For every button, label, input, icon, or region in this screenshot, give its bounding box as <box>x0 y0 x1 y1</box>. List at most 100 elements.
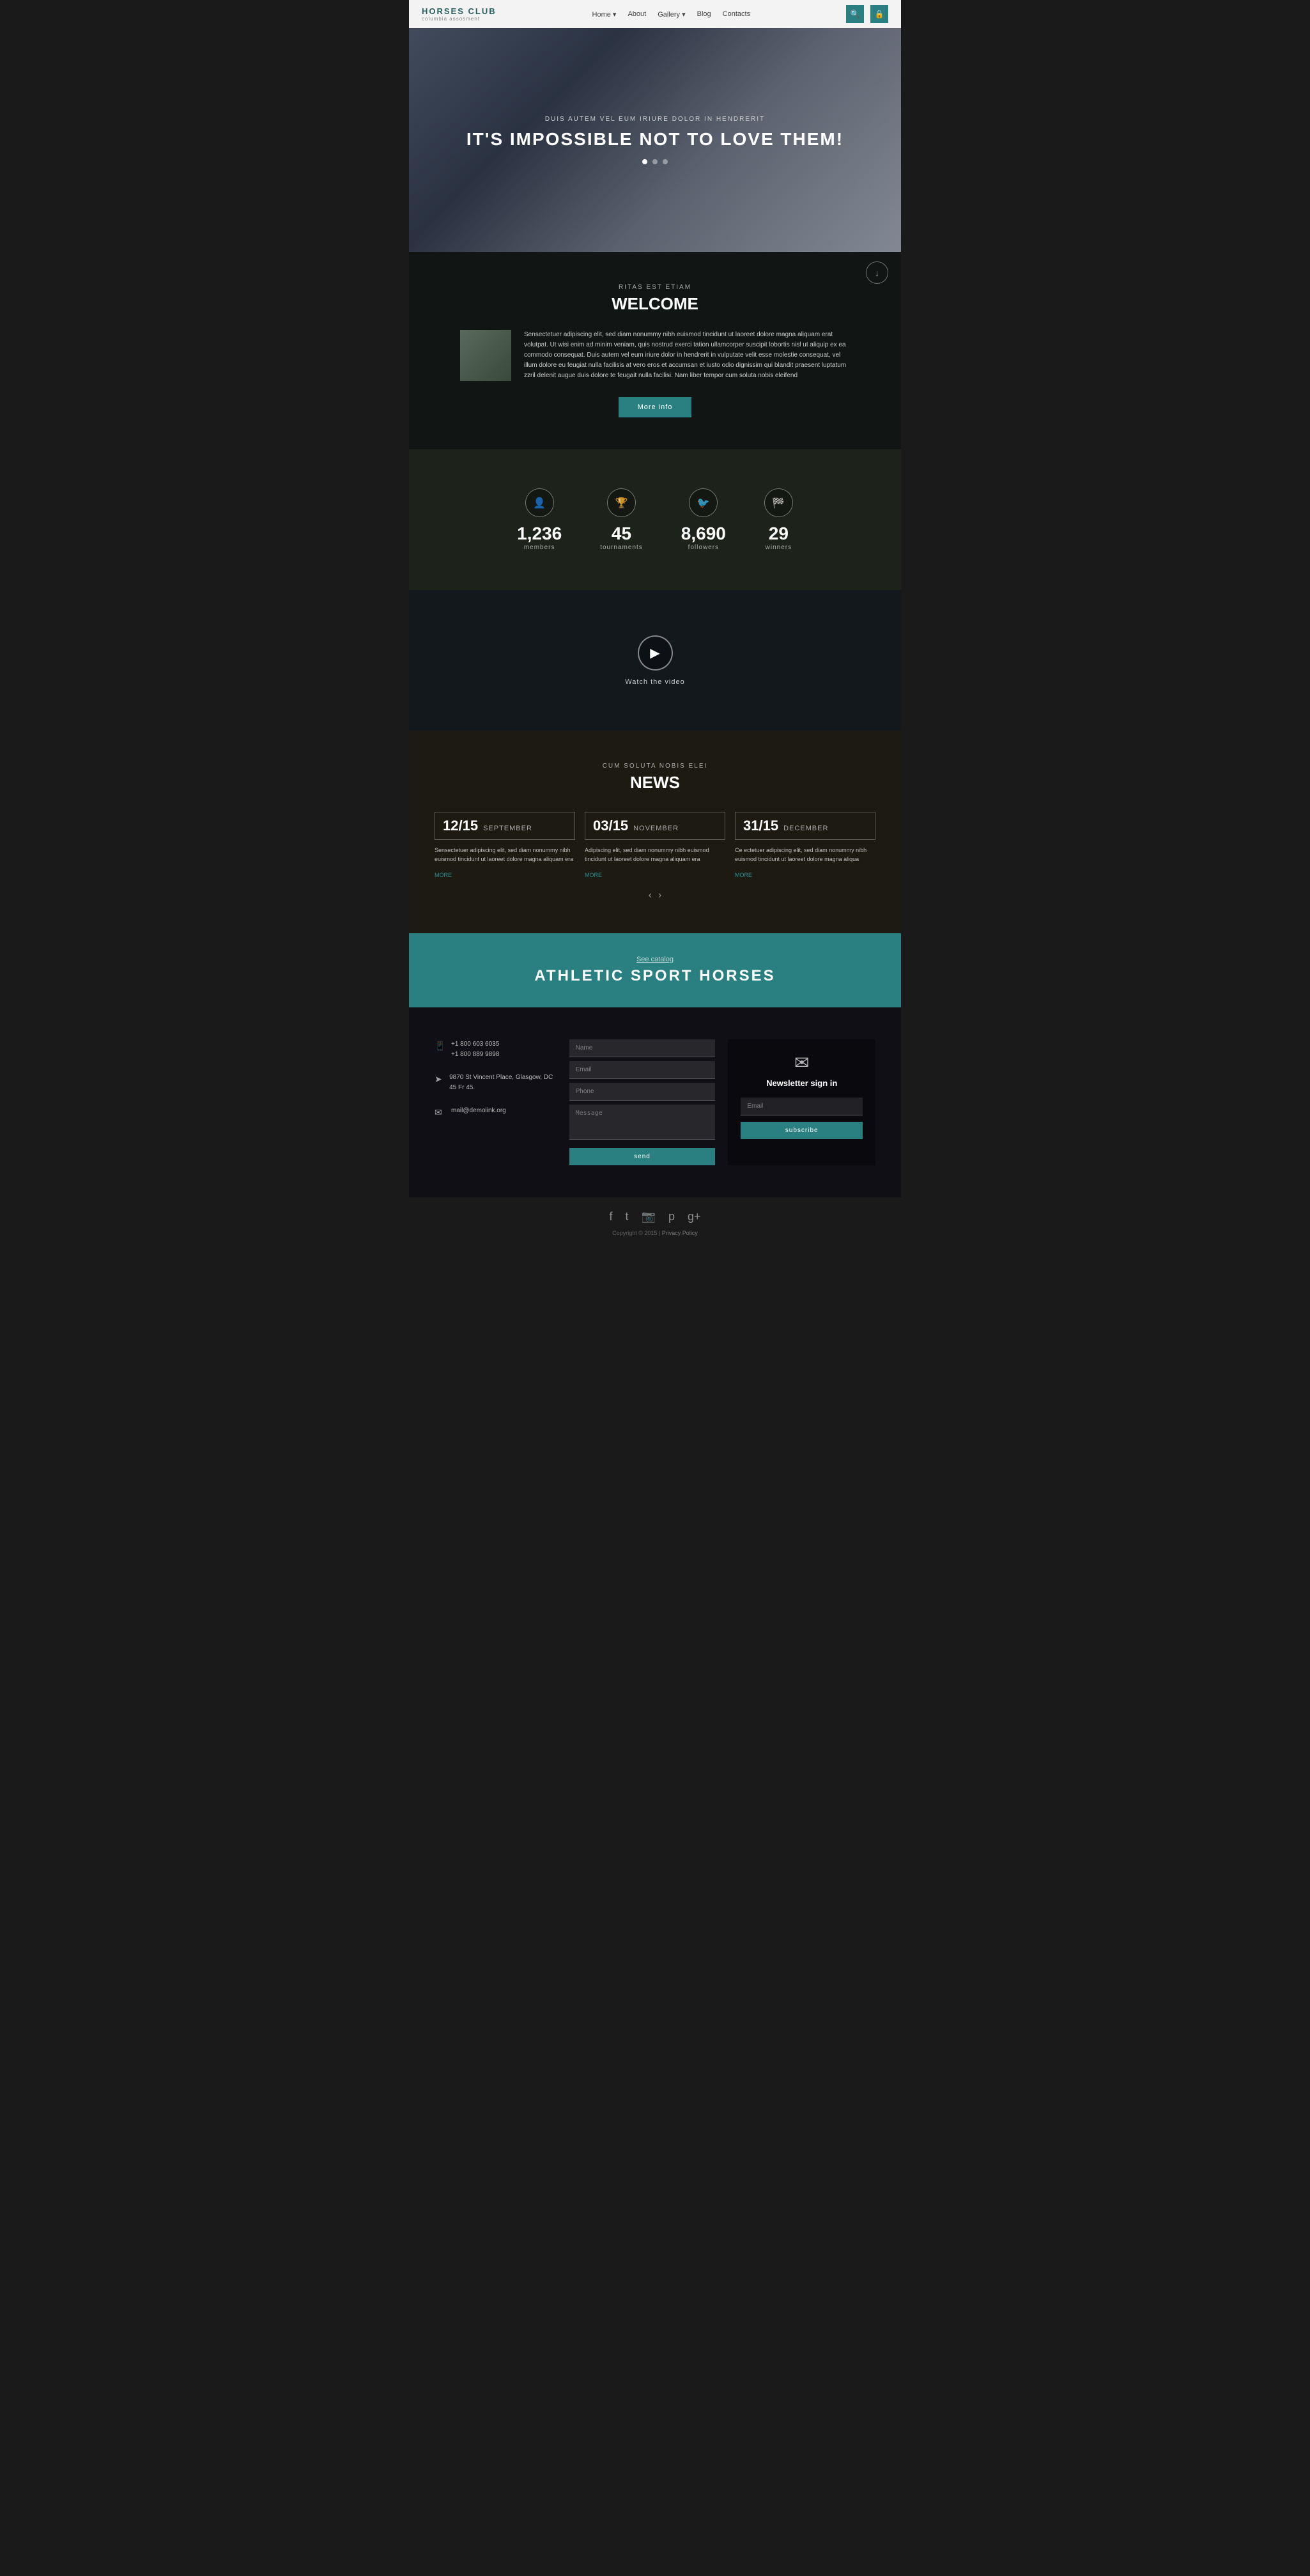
phone-input[interactable] <box>569 1083 716 1101</box>
news-text-2: Adipiscing elit, sed diam nonummy nibh e… <box>585 846 725 864</box>
news-cards: 12/15 september Sensectetuer adipiscing … <box>435 812 875 880</box>
email-info: ✉ mail@demolink.org <box>435 1106 557 1118</box>
address-text: 9870 St Vincent Place, Glasgow, DC 45 Fr… <box>449 1073 557 1093</box>
lock-button[interactable]: 🔒 <box>870 5 888 23</box>
news-date-bar-2: 03/15 november <box>585 812 725 840</box>
contact-section: 📱 +1 800 603 6035 +1 800 889 9898 ➤ 9870… <box>409 1007 901 1197</box>
welcome-title: WELCOME <box>460 294 850 314</box>
stat-members: 👤 1,236 members <box>517 488 562 551</box>
send-button[interactable]: send <box>569 1148 716 1165</box>
play-button[interactable]: ▶ <box>638 635 673 671</box>
hero-content: DUIS AUTEM VEL EUM IRIURE DOLOR IN HENDR… <box>466 116 844 164</box>
googleplus-icon[interactable]: g+ <box>688 1210 701 1223</box>
winners-label: winners <box>764 544 793 551</box>
news-date-bar-3: 31/15 december <box>735 812 875 840</box>
email-icon: ✉ <box>435 1107 445 1118</box>
welcome-image <box>460 330 511 381</box>
scroll-down-button[interactable]: ↓ <box>866 261 888 284</box>
phone-info: 📱 +1 800 603 6035 +1 800 889 9898 <box>435 1039 557 1060</box>
nav-contacts[interactable]: Contacts <box>723 10 750 18</box>
cta-title: ATHLETIC SPORT HORSES <box>435 967 875 985</box>
twitter-icon[interactable]: t <box>626 1210 629 1223</box>
news-next-button[interactable]: › <box>658 890 661 901</box>
instagram-icon[interactable]: 📷 <box>642 1210 656 1223</box>
header-actions: 🔍 🔒 <box>846 5 888 23</box>
news-prev-button[interactable]: ‹ <box>649 890 652 901</box>
followers-number: 8,690 <box>681 524 726 544</box>
members-number: 1,236 <box>517 524 562 544</box>
stats-grid: 👤 1,236 members 🏆 45 tournaments 🐦 8,690… <box>517 488 793 551</box>
followers-label: followers <box>681 544 726 551</box>
news-date-num-2: 03/15 <box>593 818 628 834</box>
video-label: Watch the video <box>625 678 684 686</box>
site-footer: f t 📷 p g+ Copyright © 2015 | Privacy Po… <box>409 1197 901 1249</box>
hero-dot-2[interactable] <box>652 159 658 164</box>
address-icon: ➤ <box>435 1074 443 1085</box>
social-icons: f t 📷 p g+ <box>435 1210 875 1223</box>
news-card-2: 03/15 november Adipiscing elit, sed diam… <box>585 812 725 880</box>
news-date-month-1: september <box>483 825 532 832</box>
news-more-2[interactable]: MORE <box>585 872 602 878</box>
news-date-num-3: 31/15 <box>743 818 778 834</box>
copyright: Copyright © 2015 | Privacy Policy <box>435 1230 875 1236</box>
news-card-3: 31/15 december Ce ectetuer adipiscing el… <box>735 812 875 880</box>
form-email-input[interactable] <box>569 1061 716 1079</box>
followers-icon: 🐦 <box>689 488 718 517</box>
facebook-icon[interactable]: f <box>610 1210 613 1223</box>
tournaments-number: 45 <box>600 524 643 544</box>
logo-sub: columbia assosment <box>422 16 497 22</box>
news-title: NEWS <box>435 773 875 793</box>
stat-followers: 🐦 8,690 followers <box>681 488 726 551</box>
news-more-1[interactable]: MORE <box>435 872 452 878</box>
subscribe-button[interactable]: subscribe <box>741 1122 863 1139</box>
logo: HORSES CLUB columbia assosment <box>422 6 497 22</box>
site-header: HORSES CLUB columbia assosment Home ▾ Ab… <box>409 0 901 28</box>
hero-section: DUIS AUTEM VEL EUM IRIURE DOLOR IN HENDR… <box>409 28 901 252</box>
tournaments-icon: 🏆 <box>607 488 636 517</box>
stats-section: 👤 1,236 members 🏆 45 tournaments 🐦 8,690… <box>409 449 901 590</box>
hero-dot-3[interactable] <box>663 159 668 164</box>
main-nav: Home ▾ About Gallery ▾ Blog Contacts <box>592 10 751 19</box>
nav-about[interactable]: About <box>628 10 646 18</box>
address-info: ➤ 9870 St Vincent Place, Glasgow, DC 45 … <box>435 1073 557 1093</box>
news-date-num-1: 12/15 <box>443 818 478 834</box>
newsletter-box: ✉ Newsletter sign in subscribe <box>728 1039 875 1165</box>
news-more-3[interactable]: MORE <box>735 872 752 878</box>
hero-title: IT'S IMPOSSIBLE NOT TO LOVE THEM! <box>466 129 844 150</box>
privacy-policy-link[interactable]: Privacy Policy <box>662 1230 698 1236</box>
email-text: mail@demolink.org <box>451 1106 506 1116</box>
newsletter-email-input[interactable] <box>741 1098 863 1115</box>
nav-blog[interactable]: Blog <box>697 10 711 18</box>
logo-title: HORSES CLUB <box>422 6 497 16</box>
news-sub: CUM SOLUTA NOBIS ELEI <box>435 763 875 770</box>
phone-icon: 📱 <box>435 1041 445 1051</box>
more-info-button[interactable]: More info <box>619 397 692 417</box>
name-input[interactable] <box>569 1039 716 1057</box>
hero-dot-1[interactable] <box>642 159 647 164</box>
video-section: ▶ Watch the video <box>409 590 901 731</box>
message-input[interactable] <box>569 1105 716 1140</box>
newsletter-icon: ✉ <box>741 1052 863 1073</box>
stat-tournaments: 🏆 45 tournaments <box>600 488 643 551</box>
welcome-text: Sensectetuer adipiscing elit, sed diam n… <box>524 330 850 381</box>
pinterest-icon[interactable]: p <box>668 1210 675 1223</box>
nav-gallery[interactable]: Gallery ▾ <box>658 10 685 19</box>
news-section: CUM SOLUTA NOBIS ELEI NEWS 12/15 septemb… <box>409 731 901 933</box>
welcome-section: ↓ RITAS EST ETIAM WELCOME Sensectetuer a… <box>409 252 901 449</box>
news-date-bar-1: 12/15 september <box>435 812 575 840</box>
search-button[interactable]: 🔍 <box>846 5 864 23</box>
welcome-sub: RITAS EST ETIAM <box>460 284 850 291</box>
news-date-month-3: december <box>783 825 828 832</box>
nav-home[interactable]: Home ▾ <box>592 10 617 19</box>
contact-info: 📱 +1 800 603 6035 +1 800 889 9898 ➤ 9870… <box>435 1039 557 1165</box>
news-card-1: 12/15 september Sensectetuer adipiscing … <box>435 812 575 880</box>
news-date-month-2: november <box>633 825 679 832</box>
cta-banner: See catalog ATHLETIC SPORT HORSES <box>409 933 901 1007</box>
members-icon: 👤 <box>525 488 554 517</box>
see-catalog-link[interactable]: See catalog <box>435 956 875 963</box>
contact-form: send <box>569 1039 716 1165</box>
welcome-body: Sensectetuer adipiscing elit, sed diam n… <box>460 330 850 381</box>
news-text-3: Ce ectetuer adipiscing elit, sed diam no… <box>735 846 875 864</box>
tournaments-label: tournaments <box>600 544 643 551</box>
stat-winners: 🏁 29 winners <box>764 488 793 551</box>
